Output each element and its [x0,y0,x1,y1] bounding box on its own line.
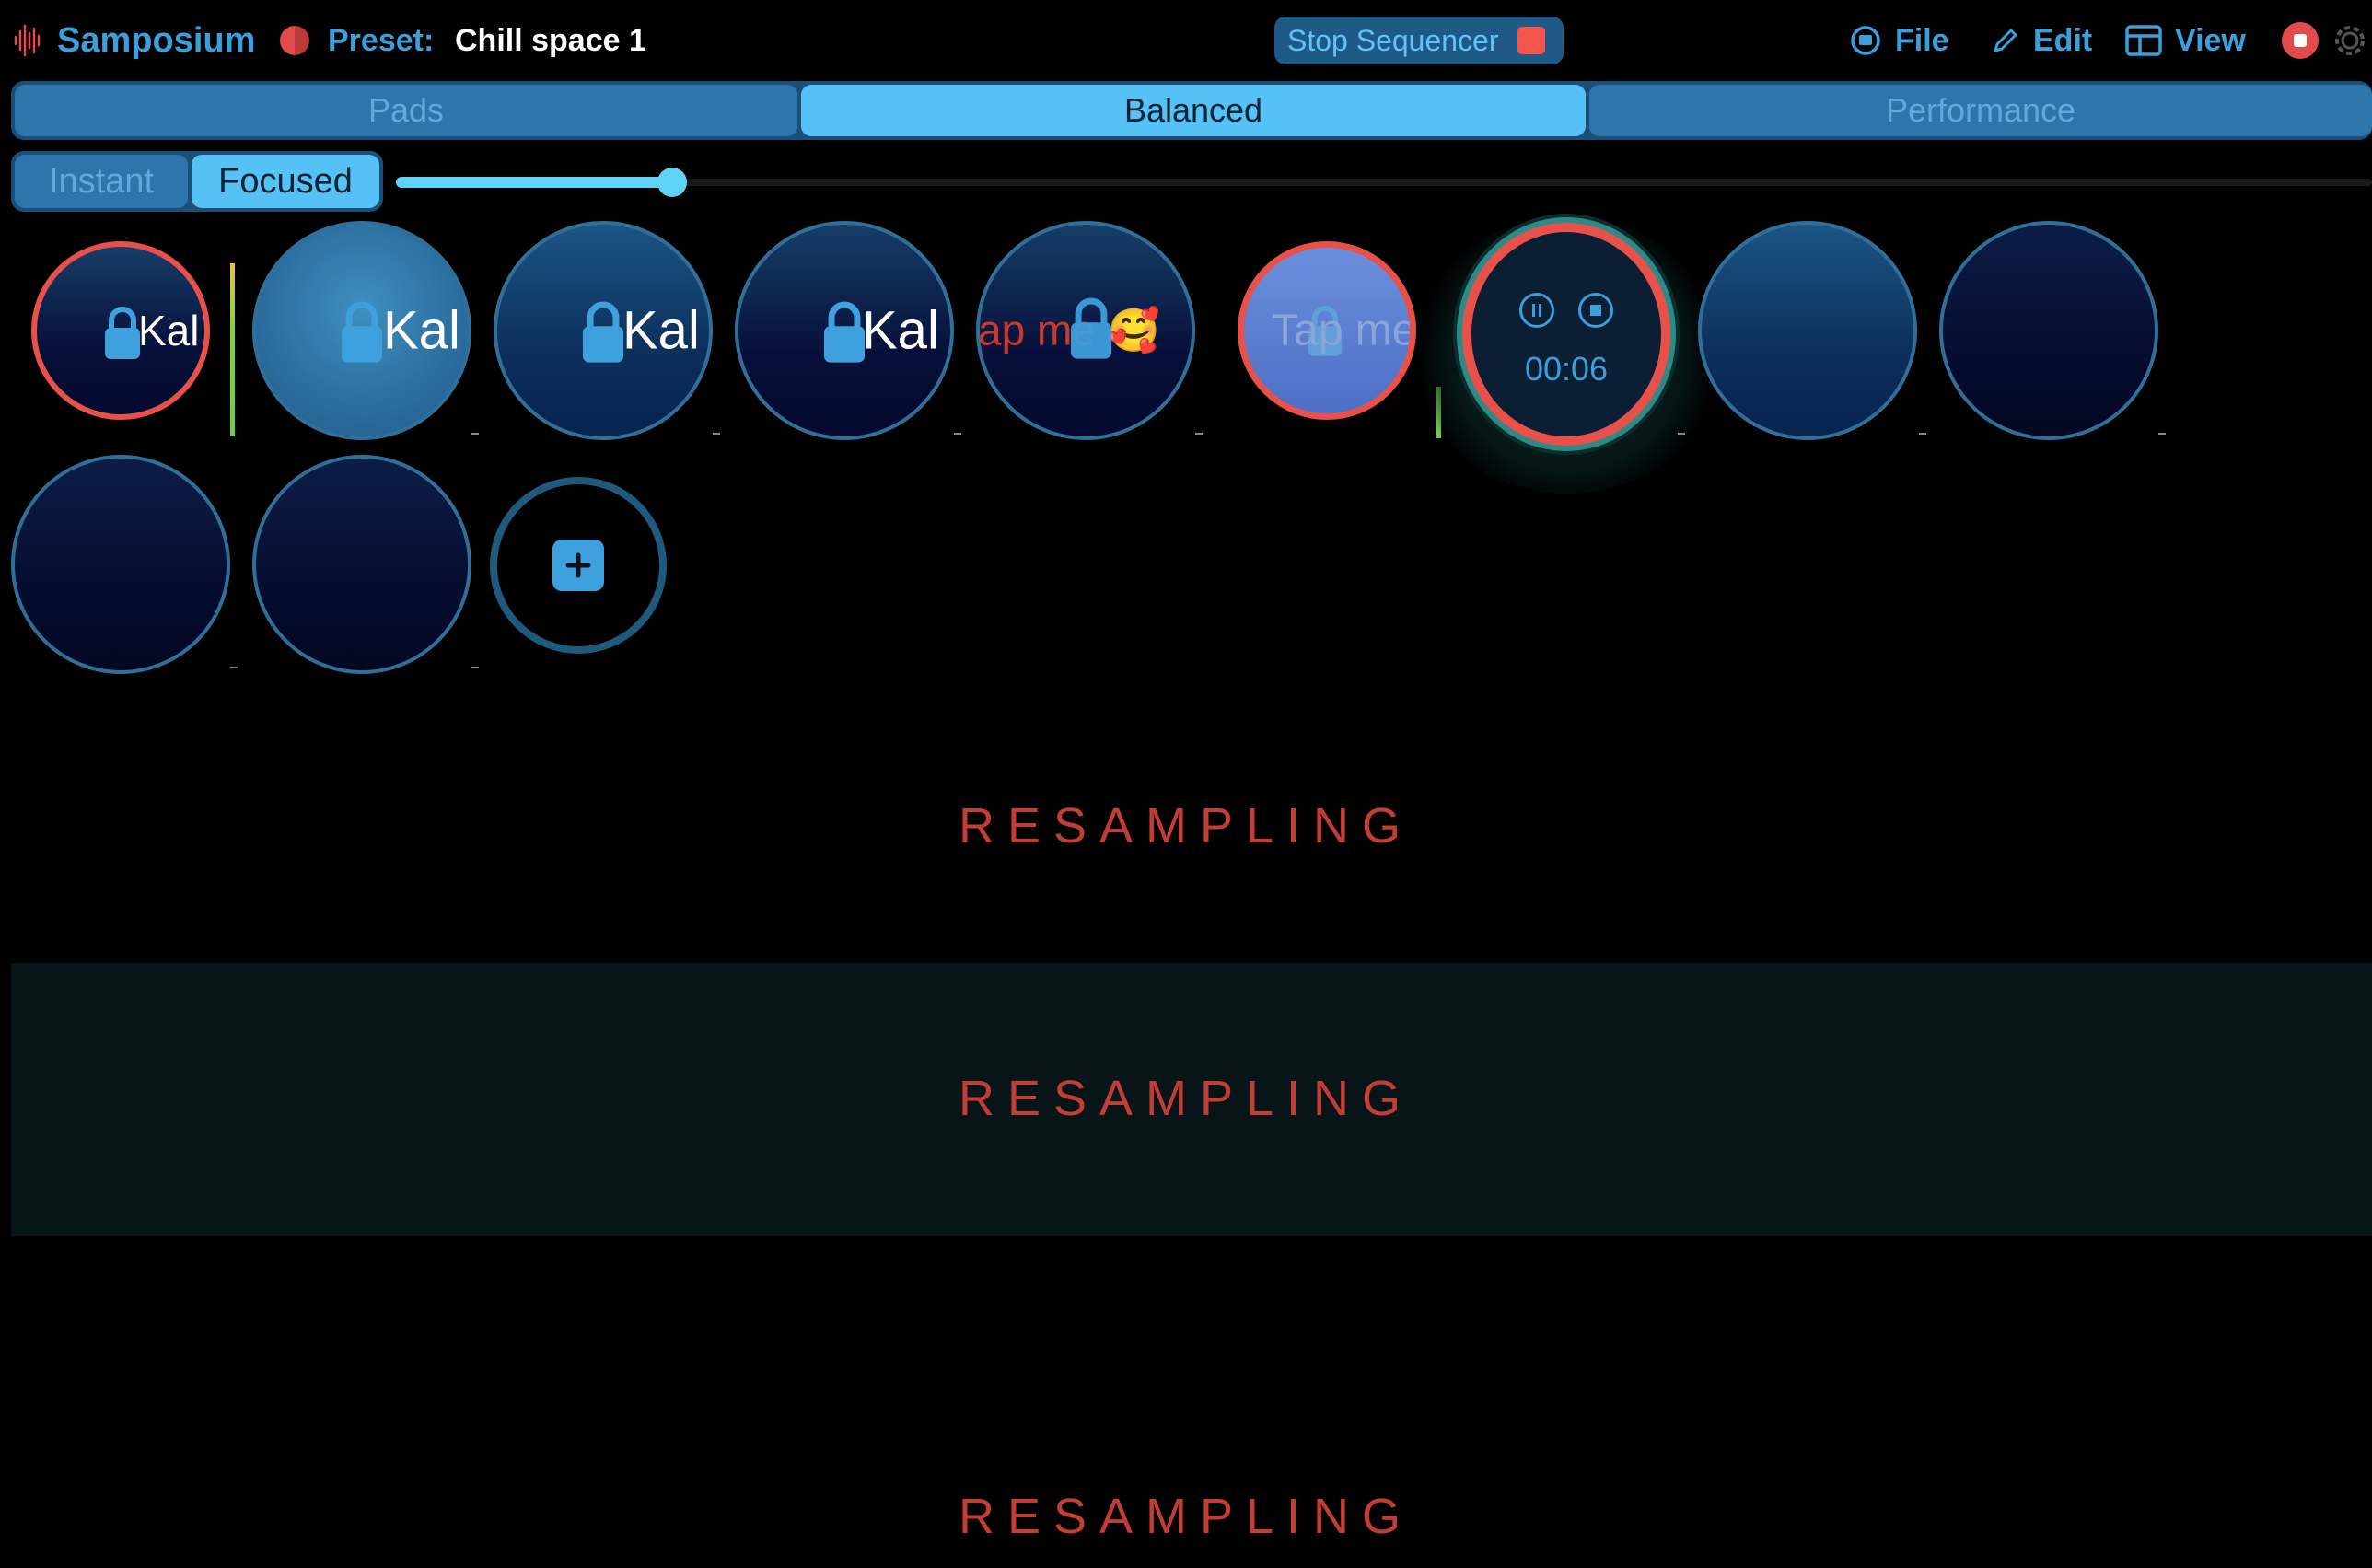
tick-mark [1678,433,1685,435]
view-tabs: Pads Balanced Performance [11,81,2372,140]
slider-fill [396,177,673,188]
pad[interactable]: Kal [735,221,954,440]
app-title: Samposium [57,21,256,60]
tick-mark [1195,433,1203,435]
pad[interactable]: Kal [252,221,471,440]
top-bar: Samposium Preset: Chill space 1 Stop Seq… [0,0,2372,81]
lock-icon [1070,297,1112,359]
waveform-icon [14,24,41,57]
gear-icon[interactable] [2330,20,2370,61]
pencil-icon [1994,29,2017,52]
pad[interactable] [1939,221,2158,440]
mode-toggle: Instant Focused [11,151,383,212]
lock-icon [582,301,624,363]
pad[interactable] [11,455,230,674]
slider-thumb[interactable] [657,168,688,197]
pad-label: Kal [138,307,200,354]
pause-button[interactable] [1519,293,1554,328]
file-menu-label: File [1895,22,1949,58]
record-button[interactable] [2282,22,2319,59]
edit-menu-label: Edit [2033,22,2093,58]
tab-performance[interactable]: Performance [1589,85,2372,136]
tick-mark [1919,433,1926,435]
recording-pad[interactable]: 00:06 [1462,223,1670,446]
resampling-label: RESAMPLING [958,1071,1414,1126]
plus-icon [552,540,604,591]
resampling-label: RESAMPLING [958,798,1414,854]
pad[interactable]: Tap me [1238,241,1416,420]
pad-label: Kal [622,300,700,361]
pad[interactable] [1698,221,1917,440]
pad[interactable]: Kal [31,241,210,420]
pad-label: Tap me [1272,306,1416,355]
mode-instant[interactable]: Instant [15,155,188,208]
tick-mark [954,433,961,435]
pad[interactable]: ap me 🥰 [976,221,1195,440]
add-pad-button[interactable] [490,477,667,654]
pad-label: Kal [862,300,939,361]
tick-mark [230,667,238,668]
record-stop-icon [2294,34,2307,47]
file-menu-button[interactable]: File [1849,17,1949,64]
stop-button[interactable] [1578,293,1613,328]
tick-mark [471,667,479,668]
tab-balanced[interactable]: Balanced [801,85,1586,136]
edit-menu-button[interactable]: Edit [1991,17,2092,64]
pad[interactable]: Kal [494,221,713,440]
lock-icon [341,301,383,363]
pad-label: Kal [383,300,460,361]
stop-sequencer-button[interactable]: Stop Sequencer [1274,17,1564,64]
view-menu-button[interactable]: View [2125,17,2246,64]
tab-pads[interactable]: Pads [15,85,797,136]
level-meter [230,263,235,436]
stop-square-icon [1517,27,1545,54]
file-icon [1851,26,1880,55]
tick-mark [713,433,720,435]
resampling-label: RESAMPLING [958,1489,1414,1544]
pad-controls [1471,293,1661,328]
preset-name[interactable]: Chill space 1 [455,20,646,61]
mode-focused[interactable]: Focused [192,155,379,208]
tick-mark [471,433,479,435]
recording-timer: 00:06 [1524,350,1609,388]
stop-sequencer-label: Stop Sequencer [1287,23,1499,57]
record-status-icon [280,26,309,55]
pad[interactable] [252,455,471,674]
view-menu-label: View [2175,22,2246,58]
tick-mark [2158,433,2166,435]
stop-icon [1590,305,1601,316]
preset-label: Preset: [328,23,435,58]
layout-icon [2125,25,2162,56]
slider-track[interactable] [396,179,2372,186]
pause-icon [1532,304,1541,317]
